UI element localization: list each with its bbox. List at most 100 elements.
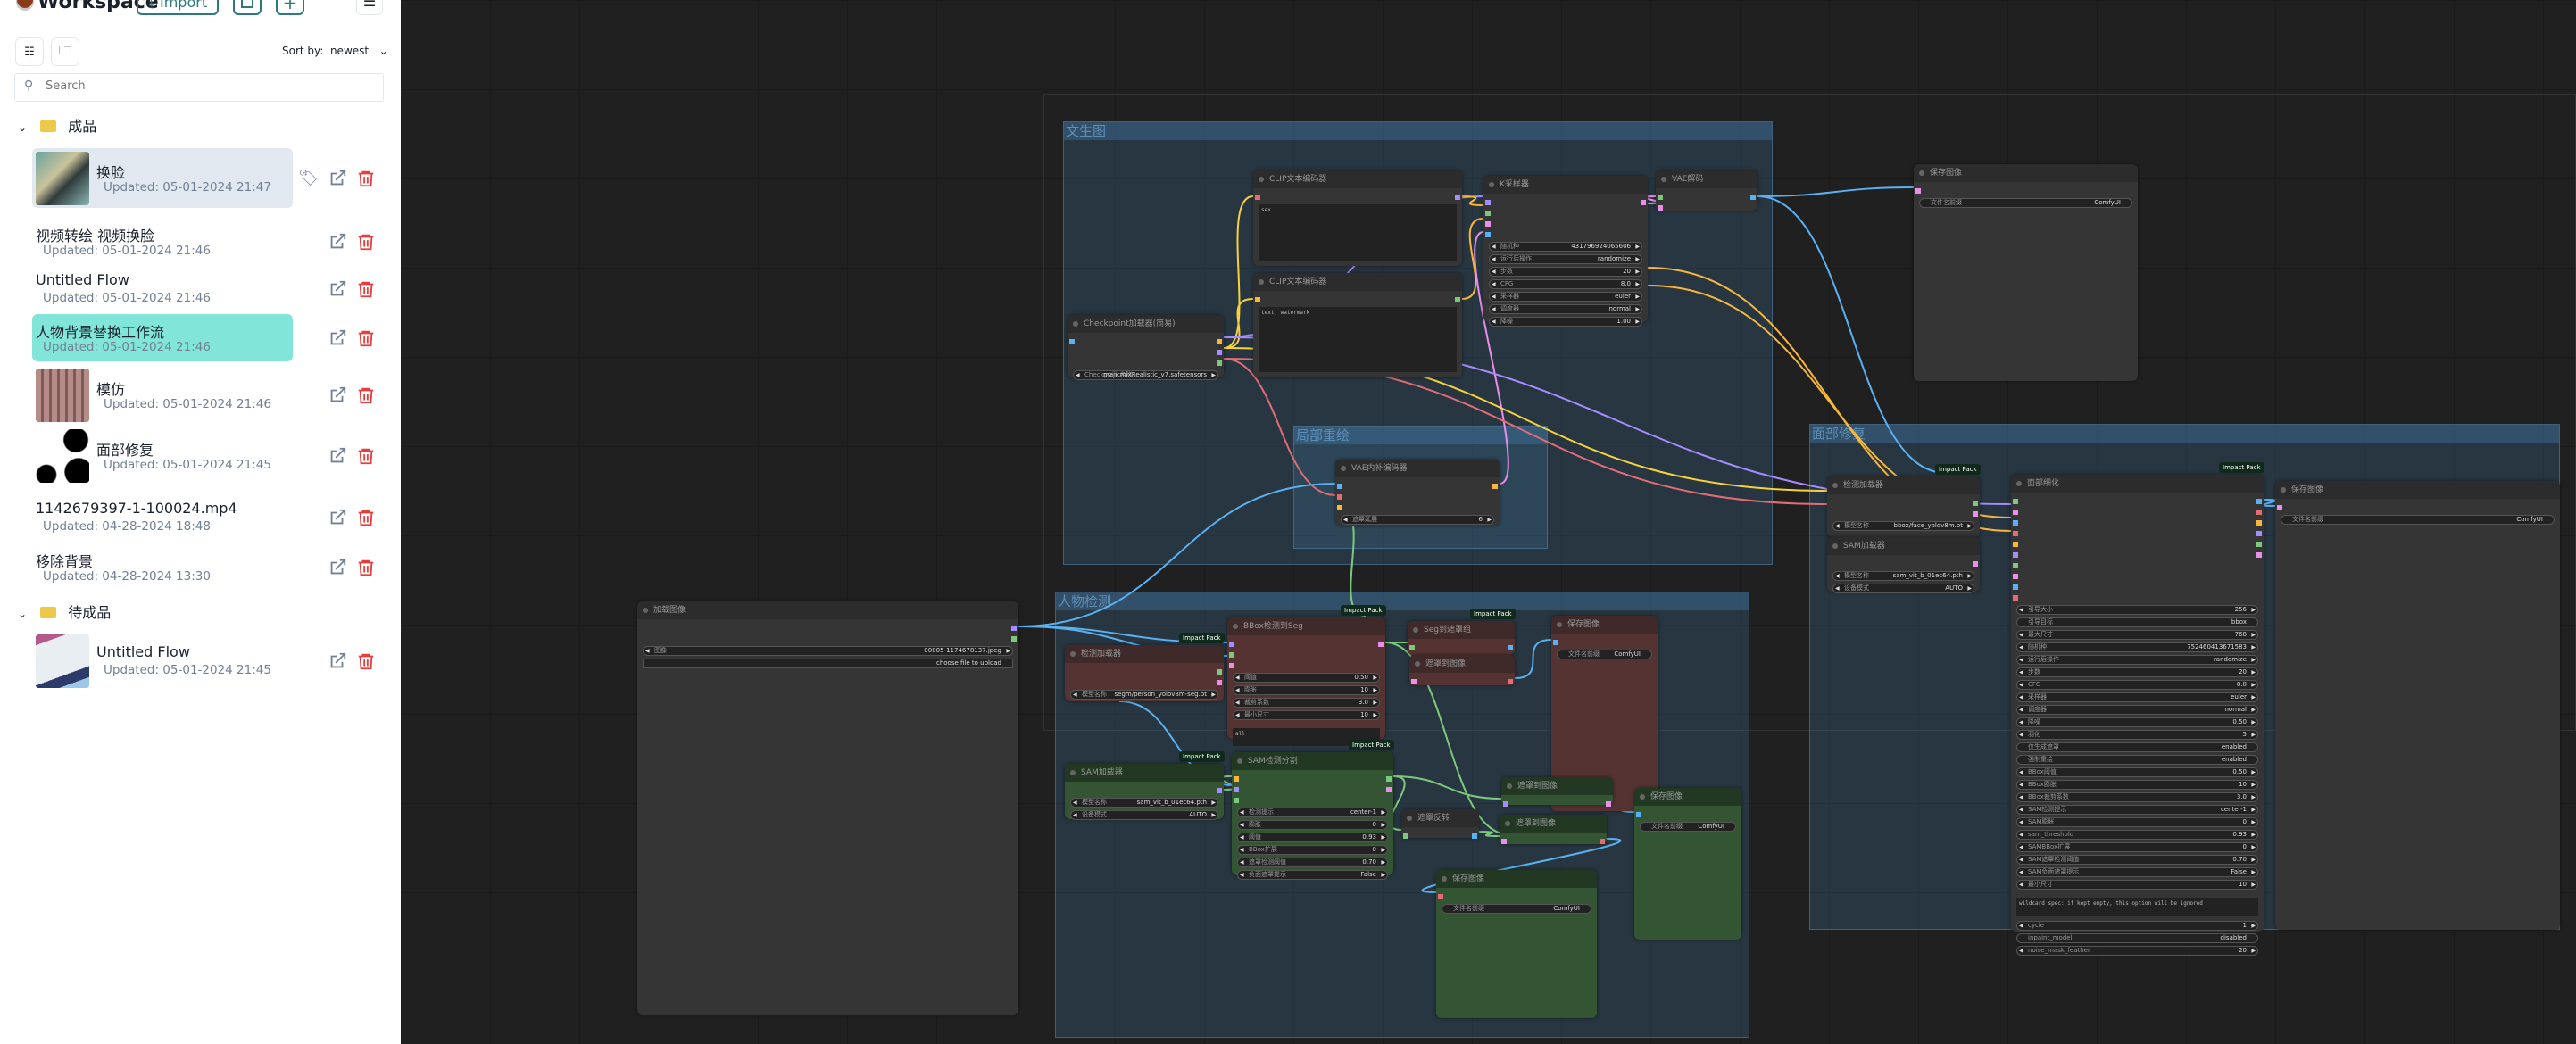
node-widget[interactable]: 最小尺寸10	[2016, 880, 2258, 890]
output-slot[interactable]	[2256, 531, 2262, 536]
output-slot[interactable]	[1217, 339, 1222, 344]
input-slot[interactable]	[2013, 574, 2018, 579]
node-widget[interactable]: 文件名前缀 ComfyUI	[1640, 822, 1736, 832]
node-graph-canvas[interactable]: 文生图局部重绘人物检测面部修复 Checkpoint加载器(简易)Checkpo…	[401, 0, 2576, 1044]
input-slot[interactable]	[2013, 520, 2018, 526]
input-slot[interactable]	[2277, 505, 2282, 510]
node-widget[interactable]: 裁剪系数3.0	[1233, 698, 1380, 708]
node-widget[interactable]: BBox阈值0.50	[2016, 767, 2258, 777]
input-slot[interactable]	[1409, 645, 1415, 650]
node-widget[interactable]: BBox裁剪系数3.0	[2016, 792, 2258, 802]
flow-list-item[interactable]: Untitled Flow Updated: 05-01-2024 21:45	[32, 630, 293, 692]
node-widget[interactable]: BBox膨胀10	[2016, 780, 2258, 790]
node-bbox[interactable]: BBox检测到Seg阈值0.50膨胀10裁剪系数3.0最小尺寸10all	[1227, 617, 1385, 746]
input-slot[interactable]	[2013, 584, 2018, 590]
node-widget[interactable]: 运行后操作randomize	[2016, 655, 2258, 665]
trash-icon[interactable]	[356, 328, 376, 348]
input-slot[interactable]	[1658, 205, 1663, 211]
node-widget[interactable]: 文件名前缀 ComfyUI	[1919, 198, 2132, 208]
node-widget[interactable]: 设备模式AUTO	[1070, 810, 1218, 820]
node-title[interactable]: VAE内补编码器	[1335, 460, 1500, 477]
node-title[interactable]: CLIP文本编码器	[1253, 170, 1462, 188]
open-external-icon[interactable]	[328, 558, 347, 577]
node-widget[interactable]: 文件名前缀 ComfyUI	[2281, 515, 2555, 525]
node-widget[interactable]: 步数20	[2016, 667, 2258, 677]
output-slot[interactable]	[2256, 510, 2262, 515]
input-slot[interactable]	[1501, 839, 1507, 844]
node-invert[interactable]: 遮罩反转	[1401, 809, 1479, 839]
output-slot[interactable]	[2256, 520, 2262, 526]
input-slot[interactable]	[1255, 195, 1260, 200]
open-external-icon[interactable]	[328, 651, 347, 671]
output-slot[interactable]	[1011, 636, 1017, 642]
node-title[interactable]: 遮罩到图像	[1409, 655, 1515, 673]
output-slot[interactable]	[1217, 360, 1222, 366]
input-slot[interactable]	[1438, 894, 1443, 899]
input-slot[interactable]	[1337, 505, 1342, 510]
open-external-icon[interactable]	[328, 508, 347, 527]
input-slot[interactable]	[1915, 188, 1921, 194]
input-slot[interactable]	[2013, 499, 2018, 504]
input-slot[interactable]	[1411, 679, 1417, 684]
node-face[interactable]: 面部细化引导大小256 引导目标bbox 最大尺寸768 随机种75246041367…	[2011, 475, 2264, 956]
node-title[interactable]: 遮罩反转	[1401, 809, 1479, 827]
node-title[interactable]: 遮罩到图像	[1501, 777, 1613, 795]
node-widget[interactable]: SAM膨胀0	[2016, 817, 2258, 827]
node-m2i2[interactable]: 遮罩到图像	[1501, 777, 1613, 807]
input-slot[interactable]	[1485, 232, 1491, 237]
node-title[interactable]: 检测加载器	[1827, 476, 1980, 494]
node-title[interactable]: Seg到遮罩组	[1408, 621, 1515, 639]
input-slot[interactable]	[1229, 642, 1234, 647]
node-det1[interactable]: 检测加载器模型名称segm/person_yolov8m-seg.pt	[1065, 645, 1224, 701]
flow-list-item[interactable]: 换脸 Updated: 05-01-2024 21:47	[32, 148, 293, 208]
node-widget[interactable]: 引导大小256	[2016, 605, 2258, 615]
node-save4[interactable]: 保存图像 文件名前缀 ComfyUI	[1436, 870, 1597, 1018]
input-slot[interactable]	[1229, 663, 1234, 668]
node-widget[interactable]: 阈值0.93	[1237, 833, 1388, 842]
output-slot[interactable]	[1600, 839, 1605, 844]
input-slot[interactable]	[1234, 776, 1239, 782]
node-widget[interactable]: noise_mask_feather20	[2016, 946, 2258, 956]
output-slot[interactable]	[1606, 801, 1611, 807]
trash-icon[interactable]	[356, 385, 376, 405]
flow-list-item[interactable]: 面部修复 Updated: 05-01-2024 21:45	[32, 427, 293, 485]
node-widget[interactable]: sam_threshold0.93	[2016, 830, 2258, 840]
node-widget[interactable]: 调度器normal	[1489, 304, 1642, 314]
input-slot[interactable]	[1255, 297, 1260, 302]
node-title[interactable]: 遮罩到图像	[1500, 815, 1607, 833]
node-title[interactable]: 保存图像	[1436, 870, 1597, 888]
node-widget[interactable]: 引导目标 bbox	[2016, 617, 2258, 627]
input-slot[interactable]	[1337, 484, 1342, 489]
output-slot[interactable]	[1378, 642, 1384, 647]
node-clip2[interactable]: CLIP文本编码器 text, watermark	[1253, 273, 1462, 377]
node-widget[interactable]: 阈值0.50	[1233, 673, 1380, 683]
input-slot[interactable]	[1636, 812, 1641, 817]
node-widget[interactable]: SAM遮罩检测阈值0.70	[2016, 855, 2258, 865]
node-widget[interactable]: 模型名称segm/person_yolov8m-seg.pt	[1070, 690, 1218, 700]
node-title[interactable]: CLIP文本编码器	[1253, 273, 1462, 291]
node-title[interactable]: VAE解码	[1656, 170, 1757, 188]
trash-icon[interactable]	[356, 279, 376, 299]
output-slot[interactable]	[1641, 200, 1646, 205]
new-flow-button[interactable]: +	[276, 0, 304, 15]
output-slot[interactable]	[2256, 499, 2262, 504]
node-widget[interactable]: 遮罩延展6	[1341, 515, 1494, 525]
node-widget[interactable]: SAMBBox扩展0	[2016, 842, 2258, 852]
input-slot[interactable]	[1337, 494, 1342, 500]
input-slot[interactable]	[1403, 833, 1408, 839]
folder-1[interactable]: ⌄ 待成品	[18, 601, 111, 622]
node-m2i3[interactable]: 遮罩到图像	[1500, 815, 1607, 844]
output-slot[interactable]	[1492, 484, 1498, 489]
open-external-icon[interactable]	[328, 446, 347, 466]
node-widget[interactable]: 图像00005-1174678137.jpeg	[643, 646, 1013, 656]
output-slot[interactable]	[1973, 511, 1978, 517]
node-m2i1[interactable]: 遮罩到图像	[1409, 655, 1515, 685]
new-folder-button[interactable]: 🗀	[51, 37, 79, 66]
input-slot[interactable]	[1553, 640, 1558, 645]
node-widget[interactable]: SAM负面遮罩提示False	[2016, 867, 2258, 877]
input-slot[interactable]	[1485, 221, 1491, 227]
save-button[interactable]	[233, 0, 262, 15]
prompt-textarea[interactable]: text, watermark	[1259, 307, 1457, 372]
node-widget[interactable]: 运行后操作randomize	[1489, 254, 1642, 264]
node-title[interactable]: 保存图像	[1914, 164, 2138, 182]
